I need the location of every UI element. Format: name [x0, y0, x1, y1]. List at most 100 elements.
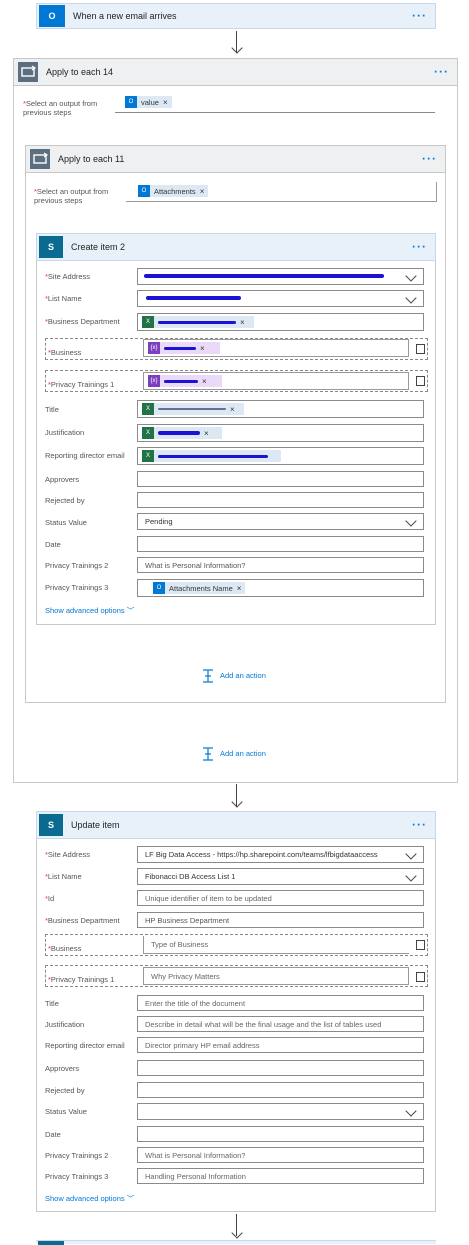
close-icon[interactable]: × [200, 187, 205, 196]
id-input[interactable]: Unique identifier of item to be updated [137, 890, 424, 906]
next-card-edge [36, 1240, 436, 1245]
trigger-card[interactable]: O When a new email arrives ··· [36, 3, 436, 29]
more-options-button[interactable]: ··· [434, 64, 449, 78]
redaction [158, 408, 226, 410]
redaction [158, 454, 268, 458]
rejected-by-input[interactable] [137, 492, 424, 508]
update-item-header[interactable]: S Update item ··· [36, 811, 436, 839]
site-address-label: *Site Address [45, 272, 91, 281]
privacy-trainings-3-placeholder: Handling Personal Information [145, 1171, 246, 1181]
close-icon[interactable]: × [240, 318, 245, 327]
add-action-icon [202, 669, 214, 683]
business-department-input[interactable]: HP Business Department [137, 912, 424, 928]
business-input[interactable]: {x} × [143, 339, 409, 357]
excel-icon: X [142, 403, 154, 415]
add-action-icon [202, 747, 214, 761]
close-icon[interactable]: × [163, 98, 168, 107]
id-placeholder: Unique identifier of item to be updated [145, 893, 272, 903]
close-icon[interactable]: × [200, 344, 205, 353]
justification-placeholder: Describe in detail what will be the fina… [145, 1019, 382, 1029]
title-input[interactable]: Enter the title of the document [137, 995, 424, 1011]
reporting-director-label: Reporting director email [45, 451, 125, 460]
approvers-input[interactable] [137, 471, 424, 487]
privacy-trainings-1-input[interactable]: {x} × [143, 372, 409, 390]
business-department-value: HP Business Department [145, 915, 230, 925]
delete-icon[interactable] [416, 940, 425, 950]
apply-each-14-header[interactable]: Apply to each 14 ··· [13, 58, 458, 86]
more-options-button[interactable]: ··· [412, 239, 427, 253]
business-department-input[interactable]: X × [137, 313, 424, 331]
status-value-select[interactable]: Pending [137, 513, 424, 530]
close-icon[interactable]: × [230, 405, 235, 414]
delete-icon[interactable] [416, 344, 425, 354]
apply-each-14-title: Apply to each 14 [46, 67, 114, 77]
justification-input[interactable]: Describe in detail what will be the fina… [137, 1016, 424, 1032]
justification-label: Justification [45, 1020, 85, 1029]
add-action-button[interactable]: Add an action [202, 747, 266, 761]
privacy-trainings-2-placeholder: What is Personal Information? [145, 1150, 246, 1160]
select-output-input[interactable]: O Attachments × [126, 182, 437, 202]
site-address-select[interactable]: LF Big Data Access - https://hp.sharepoi… [137, 846, 424, 863]
more-options-button[interactable]: ··· [412, 8, 427, 22]
approvers-label: Approvers [45, 1064, 80, 1073]
site-address-select[interactable] [137, 268, 424, 285]
create-item-header[interactable]: S Create item 2 ··· [36, 233, 436, 261]
close-icon[interactable]: × [204, 429, 209, 438]
privacy-trainings-2-input[interactable]: What is Personal Information? [137, 1147, 424, 1163]
list-name-label: *List Name [45, 294, 82, 303]
privacy-trainings-3-input[interactable]: O Attachments Name × [137, 579, 424, 597]
sharepoint-icon: S [39, 236, 63, 258]
date-input[interactable] [137, 536, 424, 552]
select-output-label: *Select an output from previous steps [23, 99, 98, 117]
justification-label: Justification [45, 428, 85, 437]
status-value: Pending [145, 517, 173, 526]
chevron-down-icon [405, 515, 417, 527]
redaction [164, 346, 196, 350]
apply-each-11-header[interactable]: Apply to each 11 ··· [25, 145, 446, 173]
create-item-title: Create item 2 [71, 242, 126, 252]
close-icon[interactable]: × [237, 584, 242, 593]
redaction [158, 320, 236, 324]
select-output-input[interactable]: O value × [115, 93, 435, 113]
sharepoint-icon: S [39, 814, 63, 836]
delete-icon[interactable] [416, 972, 425, 982]
site-address-value: LF Big Data Access - https://hp.sharepoi… [145, 850, 378, 859]
add-action-button[interactable]: Add an action [202, 669, 266, 683]
rejected-by-input[interactable] [137, 1082, 424, 1098]
arrow-head [231, 42, 243, 54]
privacy-trainings-1-input[interactable]: Why Privacy Matters [143, 967, 409, 985]
more-options-button[interactable]: ··· [422, 151, 437, 165]
business-label: *Business [48, 944, 82, 953]
reporting-director-input[interactable]: Director primary HP email address [137, 1037, 424, 1053]
excel-icon: X [142, 450, 154, 462]
variable-token: {x} × [148, 375, 222, 387]
more-options-button[interactable]: ··· [412, 817, 427, 831]
apply-each-11-title: Apply to each 11 [58, 154, 125, 164]
list-name-select[interactable] [137, 290, 424, 307]
rejected-by-label: Rejected by [45, 1086, 85, 1095]
business-label: *Business [48, 348, 82, 357]
title-input[interactable]: X × [137, 400, 424, 418]
attachments-token: O Attachments × [138, 185, 209, 197]
title-label: Title [45, 999, 59, 1008]
approvers-input[interactable] [137, 1060, 424, 1076]
list-name-select[interactable]: Fibonacci DB Access List 1 [137, 868, 424, 885]
privacy-trainings-3-input[interactable]: Handling Personal Information [137, 1168, 424, 1184]
status-value-select[interactable] [137, 1103, 424, 1120]
date-input[interactable] [137, 1126, 424, 1142]
business-input[interactable]: Type of Business [143, 936, 409, 954]
excel-token: X × [142, 427, 222, 439]
delete-icon[interactable] [416, 376, 425, 386]
id-label: *Id [45, 894, 55, 903]
justification-input[interactable]: X × [137, 424, 424, 442]
title-label: Title [45, 405, 59, 414]
privacy-trainings-2-input[interactable]: What is Personal Information? [137, 557, 424, 573]
reporting-director-input[interactable]: X [137, 447, 424, 465]
outlook-icon: O [125, 96, 137, 108]
privacy-trainings-1-label: *Privacy Trainings 1 [48, 380, 115, 389]
show-advanced-options-link[interactable]: Show advanced options ﹀ [45, 605, 134, 616]
close-icon[interactable]: × [202, 377, 207, 386]
privacy-trainings-1-label: *Privacy Trainings 1 [48, 975, 115, 984]
privacy-trainings-3-label: Privacy Trainings 3 [45, 1172, 109, 1181]
show-advanced-options-link[interactable]: Show advanced options ﹀ [45, 1193, 134, 1204]
